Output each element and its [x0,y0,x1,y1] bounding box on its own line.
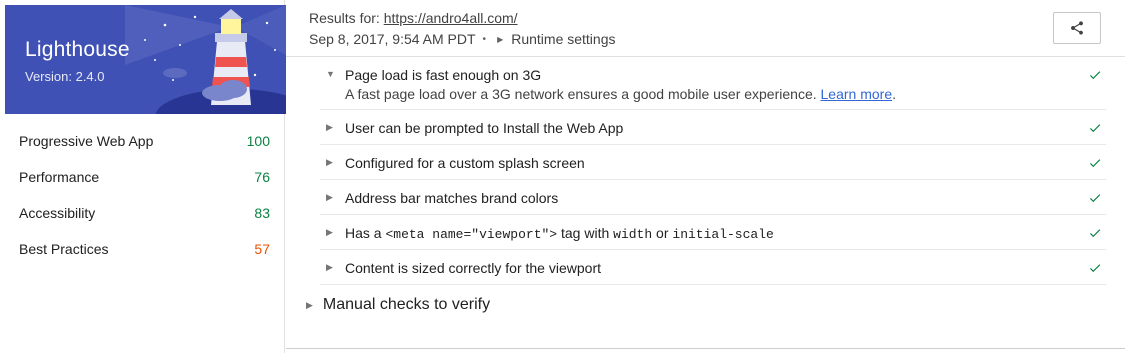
check-icon [1089,159,1101,168]
results-for: Results for: https://andro4all.com/ [309,10,518,26]
category-item-performance[interactable]: Performance 76 [0,159,285,195]
category-label: Best Practices [19,241,109,257]
tested-url-link[interactable]: https://andro4all.com/ [384,10,518,26]
manual-checks-label: Manual checks to verify [322,296,491,313]
share-button[interactable] [1053,12,1101,44]
audit-title: Page load is fast enough on 3G [345,67,542,83]
check-icon [1089,71,1101,80]
check-icon [1089,194,1101,203]
category-score: 100 [246,133,270,149]
separator-dot: • [482,33,487,45]
category-score: 76 [254,169,270,185]
viewport-width-code: width [613,227,653,242]
audit-title: Configured for a custom splash screen [345,155,585,171]
audit-description: A fast page load over a 3G network ensur… [345,86,896,102]
audit-description-text: A fast page load over a 3G network ensur… [345,86,817,102]
audit-splash-screen[interactable]: ▶ Configured for a custom splash screen [320,145,1106,180]
audit-list: ▼ Page load is fast enough on 3G A fast … [320,57,1106,285]
viewport-text-tag-with: tag with [561,225,610,241]
share-icon [1071,21,1083,35]
category-label: Progressive Web App [19,133,154,149]
triangle-right-icon: ▶ [326,122,333,132]
triangle-right-icon: ▶ [326,262,333,272]
runtime-settings-toggle[interactable]: ▶ Runtime settings [493,31,615,47]
sidebar: Lighthouse Version: 2.4.0 Progressive We… [0,0,286,353]
audit-title: Address bar matches brand colors [345,190,559,206]
category-list: Progressive Web App 100 Performance 76 A… [0,123,285,267]
category-item-pwa[interactable]: Progressive Web App 100 [0,123,285,159]
viewport-text-has-a: Has a [345,225,382,241]
triangle-down-icon: ▼ [326,69,335,79]
app-version: Version: 2.4.0 [25,69,105,84]
check-icon [1089,229,1101,238]
category-score: 83 [254,205,270,221]
audit-brand-colors[interactable]: ▶ Address bar matches brand colors [320,180,1106,215]
learn-more-link[interactable]: Learn more [821,86,893,102]
triangle-right-icon: ▶ [306,299,313,310]
triangle-right-icon: ▶ [326,192,333,202]
lighthouse-banner: Lighthouse Version: 2.4.0 [5,5,286,114]
category-item-best-practices[interactable]: Best Practices 57 [0,231,285,267]
check-icon [1089,124,1101,133]
audit-fast-3g[interactable]: ▼ Page load is fast enough on 3G A fast … [320,57,1106,110]
category-label: Performance [19,169,100,185]
description-period: . [892,86,896,102]
results-prefix: Results for: [309,10,380,26]
report-meta: Sep 8, 2017, 9:54 AM PDT • ▶ Runtime set… [309,31,616,47]
app-title: Lighthouse [25,38,130,61]
triangle-right-icon: ▶ [326,157,333,167]
audit-viewport-meta[interactable]: ▶ Has a <meta name="viewport"> tag with … [320,215,1106,250]
category-item-accessibility[interactable]: Accessibility 83 [0,195,285,231]
triangle-right-icon: ▶ [326,227,333,237]
viewport-text-or: or [656,225,669,241]
report-timestamp: Sep 8, 2017, 9:54 AM PDT [309,31,476,47]
audit-title: Content is sized correctly for the viewp… [345,260,601,276]
category-label: Accessibility [19,205,96,221]
audit-title: User can be prompted to Install the Web … [345,120,624,136]
viewport-initial-scale-code: initial-scale [672,227,774,242]
report-header: Results for: https://andro4all.com/ Sep … [286,0,1125,57]
audit-content-sized[interactable]: ▶ Content is sized correctly for the vie… [320,250,1106,285]
check-icon [1089,264,1101,273]
category-score: 57 [254,241,270,257]
triangle-right-icon: ▶ [497,34,504,44]
runtime-settings-label: Runtime settings [511,31,616,47]
viewport-meta-code: <meta name="viewport"> [385,227,558,242]
audit-installable[interactable]: ▶ User can be prompted to Install the We… [320,110,1106,145]
divider [286,348,1125,349]
manual-checks-toggle[interactable]: ▶ Manual checks to verify [306,296,490,314]
audit-title: Has a <meta name="viewport"> tag with wi… [345,225,774,242]
